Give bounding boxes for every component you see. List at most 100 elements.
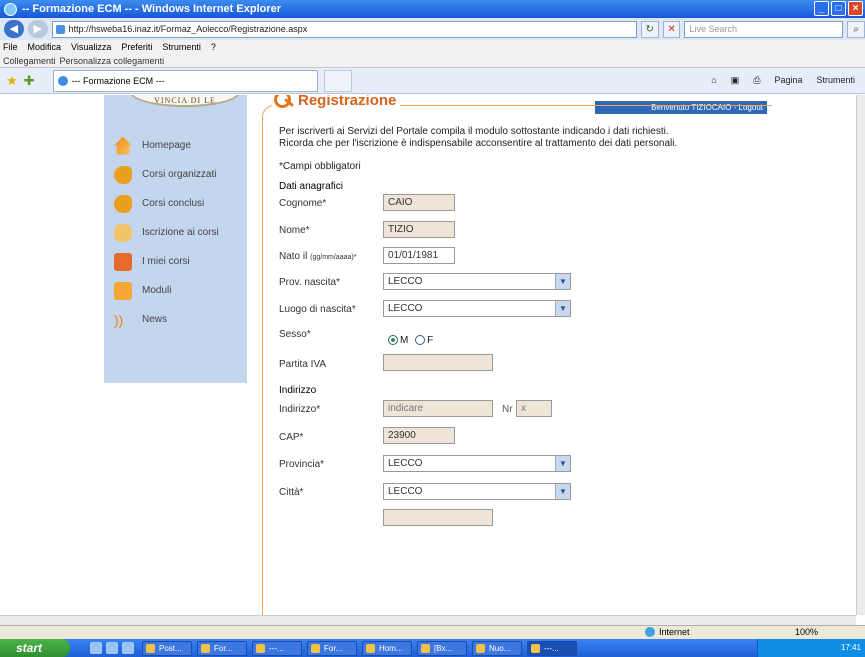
cap-field[interactable]: 23900	[383, 427, 455, 444]
add-favorites-icon[interactable]: ✚	[24, 73, 35, 89]
home-icon	[114, 136, 132, 155]
tab-formazione[interactable]: --- Formazione ECM ---	[52, 69, 318, 92]
maximize-button[interactable]: □	[831, 1, 846, 16]
refresh-icon[interactable]: ↻	[640, 20, 659, 38]
chevron-down-icon: ▼	[555, 484, 570, 499]
partita-iva-field[interactable]	[383, 354, 493, 371]
ie-icon	[4, 2, 17, 16]
sidebar: Homepage Corsi organizzati Corsi conclus…	[104, 95, 247, 383]
home-icon[interactable]: ⌂	[711, 75, 716, 86]
window-title: -- Formazione ECM -- - Windows Internet …	[22, 3, 282, 15]
feeds-icon[interactable]: ▣	[731, 75, 740, 86]
links-bar: Collegamenti Personalizza collegamenti	[0, 54, 865, 68]
taskbar-button[interactable]: Post...	[142, 640, 192, 656]
page-menu[interactable]: Pagina	[774, 75, 802, 86]
citta-label: Città*	[279, 487, 304, 498]
section-dati-anagrafici: Dati anagrafici	[279, 181, 343, 192]
search-input[interactable]: Live Search	[684, 20, 844, 38]
nome-label: Nome*	[279, 225, 310, 236]
provincia-label: Provincia*	[279, 459, 325, 470]
system-tray-clock[interactable]: 17:41	[757, 639, 865, 657]
required-note: *Campi obbligatori	[279, 161, 361, 172]
quick-launch	[90, 642, 134, 654]
search-icon[interactable]: ⌕	[847, 20, 865, 38]
nome-field[interactable]: TIZIO	[383, 221, 455, 238]
globe-icon	[645, 627, 655, 637]
print-icon[interactable]: ⎙	[753, 75, 760, 86]
menu-visualizza[interactable]: Visualizza	[71, 42, 111, 52]
sidebar-item-corsi-organizzati[interactable]: Corsi organizzati	[104, 160, 247, 189]
address-input[interactable]: http://hsweba16.inaz.it/Formaz_Aolecco/R…	[51, 20, 637, 38]
form-title: Registrazione	[272, 95, 401, 111]
prov-nascita-label: Prov. nascita*	[279, 277, 340, 288]
partita-iva-label: Partita IVA	[279, 359, 327, 370]
provincia-select[interactable]: LECCO ▼	[383, 455, 571, 472]
cap-label: CAP*	[279, 432, 304, 443]
menu-modifica[interactable]: Modifica	[28, 42, 62, 52]
zoom-level[interactable]: 100%	[795, 627, 818, 637]
sidebar-item-moduli[interactable]: Moduli	[104, 276, 247, 305]
next-field[interactable]	[383, 509, 493, 526]
back-button[interactable]: ◀	[4, 20, 24, 38]
tools-menu[interactable]: Strumenti	[816, 75, 855, 86]
start-button[interactable]: start	[0, 639, 70, 657]
sidebar-item-iscrizione[interactable]: Iscrizione ai corsi	[104, 218, 247, 247]
sidebar-item-miei-corsi[interactable]: I miei corsi	[104, 247, 247, 276]
horizontal-scrollbar[interactable]	[0, 615, 856, 625]
favorites-star-icon[interactable]: ★	[6, 73, 18, 89]
indirizzo-field[interactable]: indicare	[383, 400, 493, 417]
taskbar: start Post... For... ---... For... Hom..…	[0, 639, 865, 657]
taskbar-button[interactable]: Nuo...	[472, 640, 522, 656]
close-button[interactable]: ×	[848, 1, 863, 16]
sesso-label: Sesso*	[279, 329, 311, 340]
chevron-down-icon: ▼	[555, 301, 570, 316]
intro-text-2: Ricorda che per l'iscrizione è indispens…	[279, 138, 678, 149]
minimize-button[interactable]: _	[814, 1, 829, 16]
links-item[interactable]: Personalizza collegamenti	[60, 56, 165, 66]
luogo-nascita-select[interactable]: LECCO ▼	[383, 300, 571, 317]
menu-strumenti[interactable]: Strumenti	[162, 42, 201, 52]
sidebar-item-news[interactable]: )) News	[104, 305, 247, 334]
page-title: Registrazione	[298, 95, 397, 109]
chevron-down-icon: ▼	[555, 274, 570, 289]
nato-label: Nato il (gg/mm/aaaa)*	[279, 251, 357, 262]
desktop-icon[interactable]	[90, 642, 102, 654]
menu-bar: File Modifica Visualizza Preferiti Strum…	[0, 40, 865, 54]
taskbar-button[interactable]: For...	[197, 640, 247, 656]
intro-text-1: Per iscriverti ai Servizi del Portale co…	[279, 126, 669, 137]
nr-label: Nr	[502, 404, 513, 415]
rss-icon: ))	[114, 311, 124, 328]
window-controls: _ □ ×	[814, 1, 863, 16]
indirizzo-label: Indirizzo*	[279, 404, 321, 415]
taskbar-button[interactable]: ---...	[252, 640, 302, 656]
taskbar-button[interactable]: ---...	[527, 640, 577, 656]
prov-nascita-select[interactable]: LECCO ▼	[383, 273, 571, 290]
hand-icon	[114, 223, 132, 242]
key-icon	[272, 95, 294, 111]
forward-button[interactable]: ▶	[27, 20, 48, 38]
stop-icon[interactable]: ✕	[662, 20, 681, 38]
sesso-m-radio[interactable]	[388, 335, 398, 346]
sesso-radio-group: M F	[388, 335, 433, 346]
taskbar-button[interactable]: [Bx...	[417, 640, 467, 656]
ie-quick-icon[interactable]	[106, 642, 118, 654]
section-indirizzo: Indirizzo	[279, 385, 317, 396]
media-icon[interactable]	[122, 642, 134, 654]
sidebar-item-corsi-conclusi[interactable]: Corsi conclusi	[104, 189, 247, 218]
citta-select[interactable]: LECCO ▼	[383, 483, 571, 500]
new-tab-button[interactable]	[323, 69, 352, 92]
taskbar-button[interactable]: Hom...	[362, 640, 412, 656]
sesso-f-radio[interactable]	[415, 335, 426, 346]
menu-preferiti[interactable]: Preferiti	[121, 42, 152, 52]
nr-field[interactable]: x	[516, 400, 552, 417]
people-icon	[114, 194, 132, 213]
menu-file[interactable]: File	[3, 42, 18, 52]
taskbar-button[interactable]: For...	[307, 640, 357, 656]
menu-help[interactable]: ?	[211, 42, 216, 52]
vertical-scrollbar[interactable]	[856, 95, 865, 615]
people-icon	[114, 165, 132, 184]
sidebar-item-homepage[interactable]: Homepage	[104, 131, 247, 160]
nato-field[interactable]: 01/01/1981	[383, 247, 455, 264]
command-bar: ⌂ ▣ ⎙ Pagina Strumenti	[711, 75, 865, 86]
cognome-field[interactable]: CAIO	[383, 194, 455, 211]
